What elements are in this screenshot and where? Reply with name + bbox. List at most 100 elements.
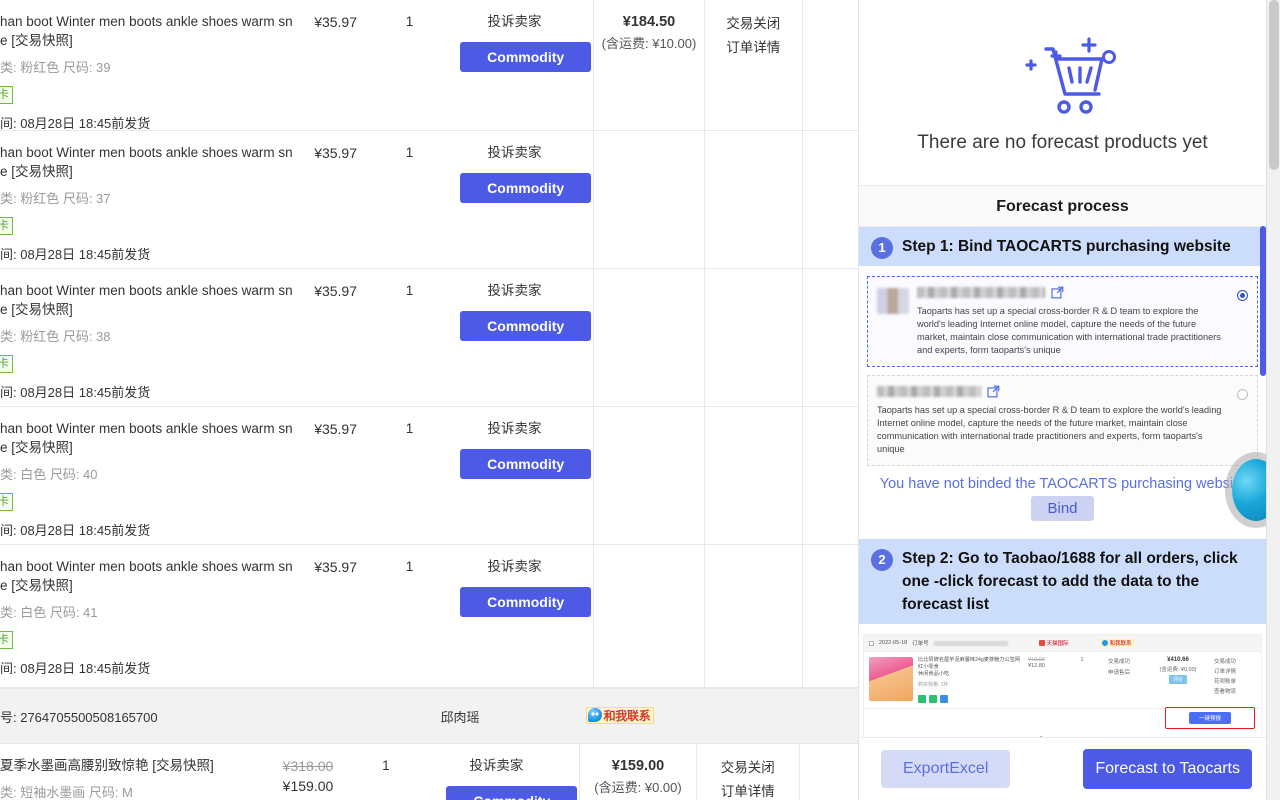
product-title[interactable]: han boot Winter men boots ankle shoes wa… [0, 12, 293, 50]
one-click-forecast-button: 一键预报 [1188, 712, 1231, 724]
product-attributes: 类: 白色 尺码: 41 [0, 605, 98, 620]
seller-name[interactable]: 邱肉瑶 [400, 707, 520, 726]
product-title[interactable]: han boot Winter men boots ankle shoes wa… [0, 557, 293, 595]
bind-site-list: Taoparts has set up a special cross-bord… [859, 266, 1266, 539]
commodity-button[interactable]: Commodity [460, 311, 592, 341]
quantity: 1 [405, 145, 414, 160]
extra-cell [798, 744, 858, 800]
step-1-title: Step 1: Bind TAOCARTS purchasing website [902, 238, 1231, 255]
service-icon [918, 695, 926, 703]
step-2-header: 2 Step 2: Go to Taobao/1688 for all orde… [859, 539, 1266, 624]
external-link-icon[interactable] [1051, 286, 1064, 299]
commodity-button[interactable]: Commodity [460, 42, 592, 72]
product-badge: 充卡 [0, 493, 13, 511]
commodity-button[interactable]: Commodity [460, 449, 592, 479]
unit-price-cell: ¥35.97 [288, 0, 383, 130]
unit-price-cell: ¥35.97 [288, 269, 383, 406]
quantity: 1 [405, 559, 414, 574]
amount-paid-cell: ¥184.50 (含运费: ¥10.00) [593, 0, 704, 130]
page-scrollbar[interactable] [1266, 0, 1280, 800]
step-2-number: 2 [871, 549, 893, 571]
mini-order-header: 2022-05-18 订单号 天猫国际 和我联系 [864, 635, 1261, 652]
complain-seller-link[interactable]: 投诉卖家 [436, 12, 593, 32]
empty-state-text: There are no forecast products yet [917, 131, 1208, 153]
commodity-button[interactable]: Commodity [446, 786, 578, 800]
unit-price: ¥35.97 [314, 559, 358, 575]
site-info: Taoparts has set up a special cross-bord… [877, 385, 1227, 456]
action-cell: 投诉卖家 Commodity [436, 269, 593, 406]
mini-order-row: 比比赞牌名屋芋泥麻薯味24g麦芽脆力公签网红小零食 休闲食品小吃 购买规格: 1… [864, 652, 1261, 709]
commodity-button[interactable]: Commodity [460, 173, 592, 203]
extra-cell [801, 407, 858, 544]
contact-seller-cell: 和我联系 [520, 706, 720, 726]
amount-paid-cell: ¥159.00 (含运费: ¥0.00) [579, 744, 695, 800]
site-option-card[interactable]: Taoparts has set up a special cross-bord… [867, 276, 1258, 367]
amount-paid-cell [593, 407, 704, 544]
trade-status-cell: 交易关闭 订单详情 [695, 744, 799, 800]
mini-total-col: ¥410.66 (含运费: ¥0.00) 评价 [1159, 657, 1197, 684]
empty-state: There are no forecast products yet [859, 0, 1266, 186]
quantity: 1 [405, 14, 414, 29]
product-title[interactable]: han boot Winter men boots ankle shoes wa… [0, 143, 293, 181]
site-title-row [877, 385, 1227, 398]
product-cell: han boot Winter men boots ankle shoes wa… [0, 0, 293, 131]
trade-status-cell: 交易关闭 订单详情 [703, 0, 802, 130]
unit-price: ¥35.97 [314, 14, 358, 30]
site-radio-unselected[interactable] [1237, 389, 1248, 400]
product-cell: 夏季水墨画高腰别致惊艳 [交易快照] 类: 短袖水墨画 尺码: M [0, 744, 258, 800]
service-icon [929, 695, 937, 703]
product-attributes: 类: 粉红色 尺码: 38 [0, 329, 111, 344]
product-attributes: 类: 粉红色 尺码: 39 [0, 60, 111, 75]
mini-service-icons [918, 695, 1023, 703]
order-detail-link[interactable]: 订单详情 [705, 36, 802, 60]
product-title[interactable]: han boot Winter men boots ankle shoes wa… [0, 281, 293, 319]
action-cell: 投诉卖家 Commodity [436, 0, 593, 130]
product-title[interactable]: 夏季水墨画高腰别致惊艳 [交易快照] [0, 756, 258, 775]
site-radio-selected[interactable] [1237, 290, 1248, 301]
quantity: 1 [405, 421, 414, 436]
commodity-button[interactable]: Commodity [460, 587, 592, 617]
action-cell: 投诉卖家 Commodity [414, 744, 580, 800]
amount-paid-cell [593, 131, 704, 268]
shipping-time: 间: 08月28日 18:45前发货 [0, 523, 151, 538]
aliwangwang-icon [1101, 640, 1108, 646]
step-1-number: 1 [871, 236, 893, 259]
product-badge: 充卡 [0, 631, 13, 649]
forecast-process-title: Forecast process [859, 186, 1266, 227]
order-detail-link[interactable]: 订单详情 [697, 780, 799, 800]
complain-seller-link[interactable]: 投诉卖家 [436, 557, 593, 577]
complain-seller-link[interactable]: 投诉卖家 [436, 281, 593, 301]
mini-order-id-redacted [933, 640, 1008, 646]
complain-seller-link[interactable]: 投诉卖家 [436, 419, 593, 439]
product-attributes: 类: 白色 尺码: 40 [0, 467, 98, 482]
unit-price-cell: ¥318.00 ¥159.00 [258, 744, 358, 800]
export-excel-button[interactable]: ExportExcel [881, 750, 1011, 788]
forecast-to-taocarts-button[interactable]: Forecast to Taocarts [1083, 749, 1252, 789]
complain-seller-link[interactable]: 投诉卖家 [436, 143, 593, 163]
freight-note: (含运费: ¥10.00) [601, 36, 697, 51]
page-scrollbar-thumb[interactable] [1269, 0, 1279, 170]
quantity-cell: 1 [383, 269, 436, 406]
service-icon [940, 695, 948, 703]
bind-button-wrapper: Bind [867, 496, 1258, 533]
bind-button[interactable]: Bind [1031, 496, 1094, 521]
mini-status-col: 交易成功 申请售后 [1107, 659, 1130, 676]
extra-cell [801, 269, 858, 406]
action-cell: 投诉卖家 Commodity [436, 545, 593, 687]
mini-order-label: 订单号 [912, 641, 929, 647]
site-option-card[interactable]: Taoparts has set up a special cross-bord… [867, 375, 1258, 466]
mini-links-col: 交易成功 订单详情 花呗账单 查看物流 [1214, 659, 1237, 695]
step-2-title: Step 2: Go to Taobao/1688 for all orders… [902, 550, 1238, 613]
product-cell: han boot Winter men boots ankle shoes wa… [0, 131, 293, 268]
external-link-icon[interactable] [987, 385, 1000, 398]
complain-seller-link[interactable]: 投诉卖家 [414, 756, 580, 776]
amount-paid-cell [593, 545, 704, 687]
contact-seller-badge[interactable]: 和我联系 [585, 706, 655, 724]
unit-price: ¥159.00 [282, 778, 334, 794]
amount-paid: ¥159.00 [611, 758, 665, 774]
product-title[interactable]: han boot Winter men boots ankle shoes wa… [0, 419, 293, 457]
mini-qty-col: 1 [1080, 657, 1084, 663]
product-cell: han boot Winter men boots ankle shoes wa… [0, 545, 293, 687]
order-header-strip: 号: 2764705500508165700 邱肉瑶 和我联系 [0, 688, 858, 744]
product-badge: 充卡 [0, 217, 13, 235]
